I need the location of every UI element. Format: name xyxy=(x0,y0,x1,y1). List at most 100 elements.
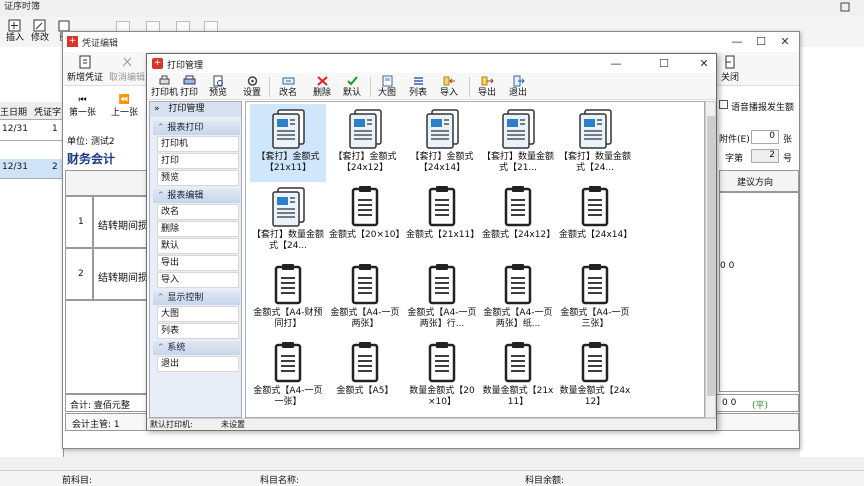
toolbar-preview-button[interactable]: 预览 xyxy=(209,75,227,98)
sidebar-item[interactable]: 打印机 xyxy=(157,136,239,152)
default-printer-value: 未设置 xyxy=(221,420,245,429)
sidebar-group[interactable]: ⌃ 报表打印 xyxy=(153,121,240,135)
row-date: 12/31 xyxy=(2,162,28,172)
template-tile[interactable]: 【套打】数量金额式【24... xyxy=(250,182,326,260)
group-label: 系统 xyxy=(167,343,186,353)
template-tile[interactable]: 【套打】数量金额式【21... xyxy=(480,104,556,182)
template-tile[interactable]: 金额式【24x14】 xyxy=(557,182,633,260)
clipboard-template-icon xyxy=(498,340,538,384)
sidebar-group[interactable]: ⌃ 系统 xyxy=(153,341,240,355)
document-template-icon xyxy=(345,106,385,150)
template-tile[interactable]: 金额式【A4-一页一张】 xyxy=(250,338,326,416)
table-row[interactable]: 12/31 1 xyxy=(0,121,64,141)
template-tile[interactable]: 金额式【A4-一页三张】 xyxy=(557,260,633,338)
close-button[interactable]: 关闭 xyxy=(721,55,739,83)
new-voucher-button[interactable]: 新增凭证 xyxy=(67,55,103,83)
template-tile[interactable]: 金额式【A4-一页两张】 xyxy=(327,260,403,338)
prev-page-button[interactable]: ⏪ 上一张 xyxy=(111,95,138,118)
template-tile[interactable]: 【套打】金额式【21x11】 xyxy=(250,104,326,182)
template-tile[interactable]: 金额式【A4-一页两张】行... xyxy=(404,260,480,338)
group-label: 报表编辑 xyxy=(167,190,204,201)
voucher-heading: 财务会计 xyxy=(67,152,116,166)
minimize-icon[interactable]: — xyxy=(608,57,624,71)
balanced-badge: (平) xyxy=(752,401,769,411)
sidebar-header[interactable]: » 打印管理 xyxy=(150,102,241,117)
template-tile[interactable]: 数量金额式【24x12】 xyxy=(557,338,633,416)
close-icon[interactable]: ✕ xyxy=(777,35,793,49)
template-tile[interactable]: 金额式【24x12】 xyxy=(480,182,556,260)
maximize-icon[interactable] xyxy=(838,0,852,14)
clipboard-template-icon xyxy=(345,184,385,228)
vertical-scrollbar[interactable] xyxy=(705,101,716,418)
toolbar-exit-button[interactable]: 退出 xyxy=(509,75,527,98)
toolbar-label: 打印机 xyxy=(151,88,179,98)
toolbar-default-check-button[interactable]: 默认 xyxy=(343,75,361,98)
template-tile[interactable]: 金额式【A4-财预同打】 xyxy=(250,260,326,338)
minimize-icon[interactable]: — xyxy=(729,35,745,49)
attachment-unit: 张 xyxy=(783,135,793,145)
voucher-number-input[interactable]: 2 xyxy=(751,149,779,163)
close-label: 关闭 xyxy=(721,73,740,83)
template-tile[interactable]: 金额式【21x11】 xyxy=(404,182,480,260)
print-manager-title-bar: + 打印管理 — ☐ ✕ xyxy=(147,54,716,73)
template-label: 金额式【A4-一页两张】行... xyxy=(407,308,477,329)
sidebar-item[interactable]: 改名 xyxy=(157,203,239,220)
cancel-edit-button[interactable]: 取消编辑 xyxy=(109,55,145,83)
template-label: 金额式【A4-财预同打】 xyxy=(253,308,323,329)
toolbar-print-button[interactable]: 打印 xyxy=(180,75,198,98)
toolbar-export-button[interactable]: 导出 xyxy=(478,75,496,98)
collapse-icon: » xyxy=(154,104,160,114)
sidebar-item[interactable]: 打印 xyxy=(157,153,239,170)
sidebar-group[interactable]: ⌃ 报表编辑 xyxy=(153,188,240,203)
sidebar-item[interactable]: 大图 xyxy=(157,305,239,322)
attachment-label: 附件(E) xyxy=(719,135,750,145)
clipboard-template-icon xyxy=(268,340,308,384)
template-tile[interactable]: 【套打】数量金额式【24... xyxy=(557,104,633,182)
sidebar-group[interactable]: ⌃ 显示控制 xyxy=(153,290,240,305)
template-tile[interactable]: 金额式【20×10】 xyxy=(327,182,404,260)
default-printer-label: 默认打印机: xyxy=(150,420,193,429)
toolbar-delete-button[interactable]: 删除 xyxy=(313,75,331,98)
toolbar-label: 预览 xyxy=(209,88,228,98)
sidebar-item[interactable]: 列表 xyxy=(157,322,239,339)
sidebar-item[interactable]: 导入 xyxy=(157,272,239,289)
template-label: 【套打】数量金额式【21... xyxy=(482,152,555,173)
sidebar-item[interactable]: 导出 xyxy=(157,255,239,272)
insert-button[interactable]: 插入 xyxy=(1,17,29,44)
template-label: 【套打】金额式【21x11】 xyxy=(256,152,320,173)
clipboard-template-icon xyxy=(575,340,615,384)
voice-checkbox[interactable] xyxy=(719,100,728,109)
template-label: 金额式【A4-一页三张】 xyxy=(560,308,630,329)
template-tile[interactable]: 金额式【A4-一页两张】纸... xyxy=(480,260,556,338)
clipboard-template-icon xyxy=(422,262,462,306)
attachment-input[interactable]: 0 xyxy=(751,130,779,144)
template-label: 数量金额式【24x12】 xyxy=(559,386,631,407)
template-tile[interactable]: 金额式【A5】 xyxy=(327,338,403,416)
table-row[interactable]: 12/31 2 xyxy=(0,159,64,179)
close-icon[interactable]: ✕ xyxy=(696,57,712,71)
maximize-icon[interactable]: ☐ xyxy=(656,57,672,71)
toolbar-printer-button[interactable]: 打印机 xyxy=(151,75,178,98)
maximize-icon[interactable]: ☐ xyxy=(753,35,769,49)
toolbar-import-button[interactable]: 导入 xyxy=(440,75,458,98)
template-tile[interactable]: 数量金额式【20×10】 xyxy=(404,338,480,416)
toolbar-list-view-button[interactable]: 列表 xyxy=(409,75,427,98)
template-tile[interactable]: 【套打】金额式【24x14】 xyxy=(404,104,480,182)
print-manager-window: + 打印管理 — ☐ ✕ 打印机 打印 预览 设置 改名 删除 默认 大图 列表 导入 导出 退出 »… xyxy=(146,53,717,430)
template-tile[interactable]: 【套打】金额式【24x12】 xyxy=(327,104,403,182)
sidebar-item[interactable]: 删除 xyxy=(157,220,239,237)
toolbar-rename-button[interactable]: 改名 xyxy=(279,75,297,98)
sidebar-item[interactable]: 退出 xyxy=(157,356,239,372)
toolbar-settings-button[interactable]: 设置 xyxy=(243,75,261,98)
sum-tail: 0 0 xyxy=(722,398,737,408)
document-template-icon xyxy=(498,106,538,150)
toolbar-larges-icon-button[interactable]: 大图 xyxy=(378,75,396,98)
first-page-button[interactable]: ⏮ 第一张 xyxy=(69,95,96,118)
status-account: 前科目: xyxy=(62,476,93,486)
exit-icon xyxy=(512,75,525,87)
sidebar-item[interactable]: 预览 xyxy=(157,170,239,187)
first-page-label: 第一张 xyxy=(69,108,97,118)
word-label: 字第 xyxy=(725,154,744,164)
template-tile[interactable]: 数量金额式【21x11】 xyxy=(480,338,556,416)
sidebar-item[interactable]: 默认 xyxy=(157,238,239,254)
